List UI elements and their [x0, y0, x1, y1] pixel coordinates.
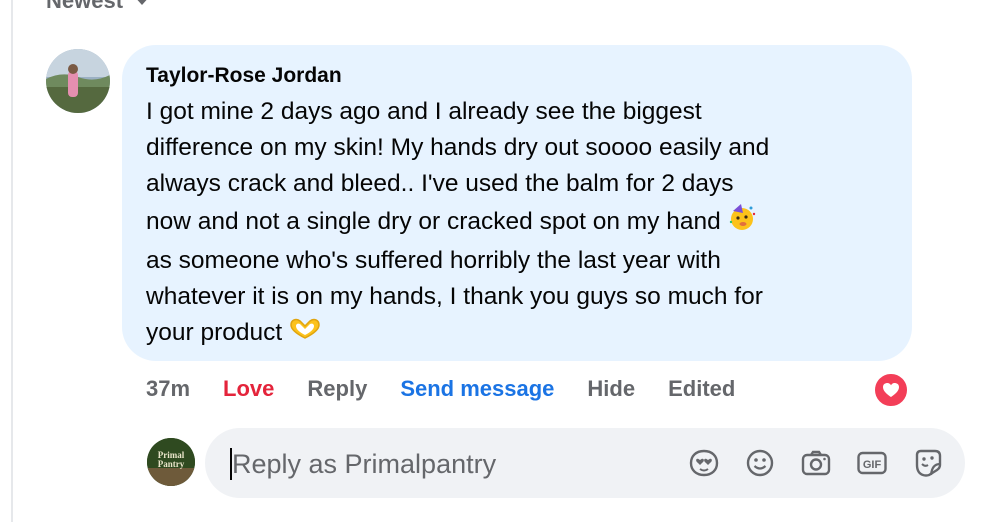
primal-pantry-logo-icon: Primal Pantry	[147, 438, 195, 486]
comment-line: always crack and bleed.. I've used the b…	[146, 170, 734, 197]
avatar[interactable]	[46, 49, 110, 113]
profile-photo-icon	[46, 49, 110, 113]
love-button[interactable]: Love	[223, 376, 274, 402]
comment-timestamp[interactable]: 37m	[146, 376, 190, 402]
svg-text:GIF: GIF	[863, 459, 882, 471]
chevron-down-icon	[133, 0, 152, 5]
emoji-icon[interactable]	[743, 446, 777, 480]
comment-line: now and not a single dry or cracked spot…	[146, 207, 721, 235]
comment-text: I got mine 2 days ago and I already see …	[146, 94, 888, 352]
reply-button[interactable]: Reply	[307, 376, 367, 402]
heart-hands-emoji-icon	[288, 316, 322, 352]
reply-composer[interactable]: GIF	[205, 428, 965, 498]
page-avatar[interactable]: Primal Pantry	[147, 438, 195, 486]
comment-author[interactable]: Taylor-Rose Jordan	[146, 64, 888, 88]
comment-line: difference on my skin! My hands dry out …	[146, 134, 770, 161]
comment-line-with-emoji: your product	[146, 315, 888, 352]
comment-line-with-emoji: now and not a single dry or cracked spot…	[146, 202, 888, 243]
comment-line: whatever it is on my hands, I thank you …	[146, 283, 763, 310]
send-message-button[interactable]: Send message	[400, 376, 554, 402]
edited-label[interactable]: Edited	[668, 376, 735, 402]
sort-label: Newest	[46, 0, 124, 13]
avatar-sticker-icon[interactable]	[687, 446, 721, 480]
comment-line: I got mine 2 days ago and I already see …	[146, 98, 702, 125]
composer-toolbar: GIF	[687, 446, 945, 480]
camera-icon[interactable]	[799, 446, 833, 480]
heart-reaction-icon[interactable]	[872, 371, 910, 409]
partying-face-emoji-icon	[727, 202, 757, 243]
comment-line: your product	[146, 319, 283, 346]
comment-bubble: Taylor-Rose Jordan I got mine 2 days ago…	[122, 45, 912, 361]
thread-line	[11, 0, 13, 522]
reply-input[interactable]	[232, 445, 652, 483]
hide-button[interactable]: Hide	[587, 376, 635, 402]
sort-dropdown[interactable]: Newest	[46, 0, 152, 14]
comment-line: as someone who's suffered horribly the l…	[146, 247, 721, 274]
comment-actions: 37m Love Reply Send message Hide Edited	[146, 376, 768, 402]
sticker-icon[interactable]	[911, 446, 945, 480]
svg-text:Pantry: Pantry	[158, 459, 185, 469]
gif-icon[interactable]: GIF	[855, 446, 889, 480]
